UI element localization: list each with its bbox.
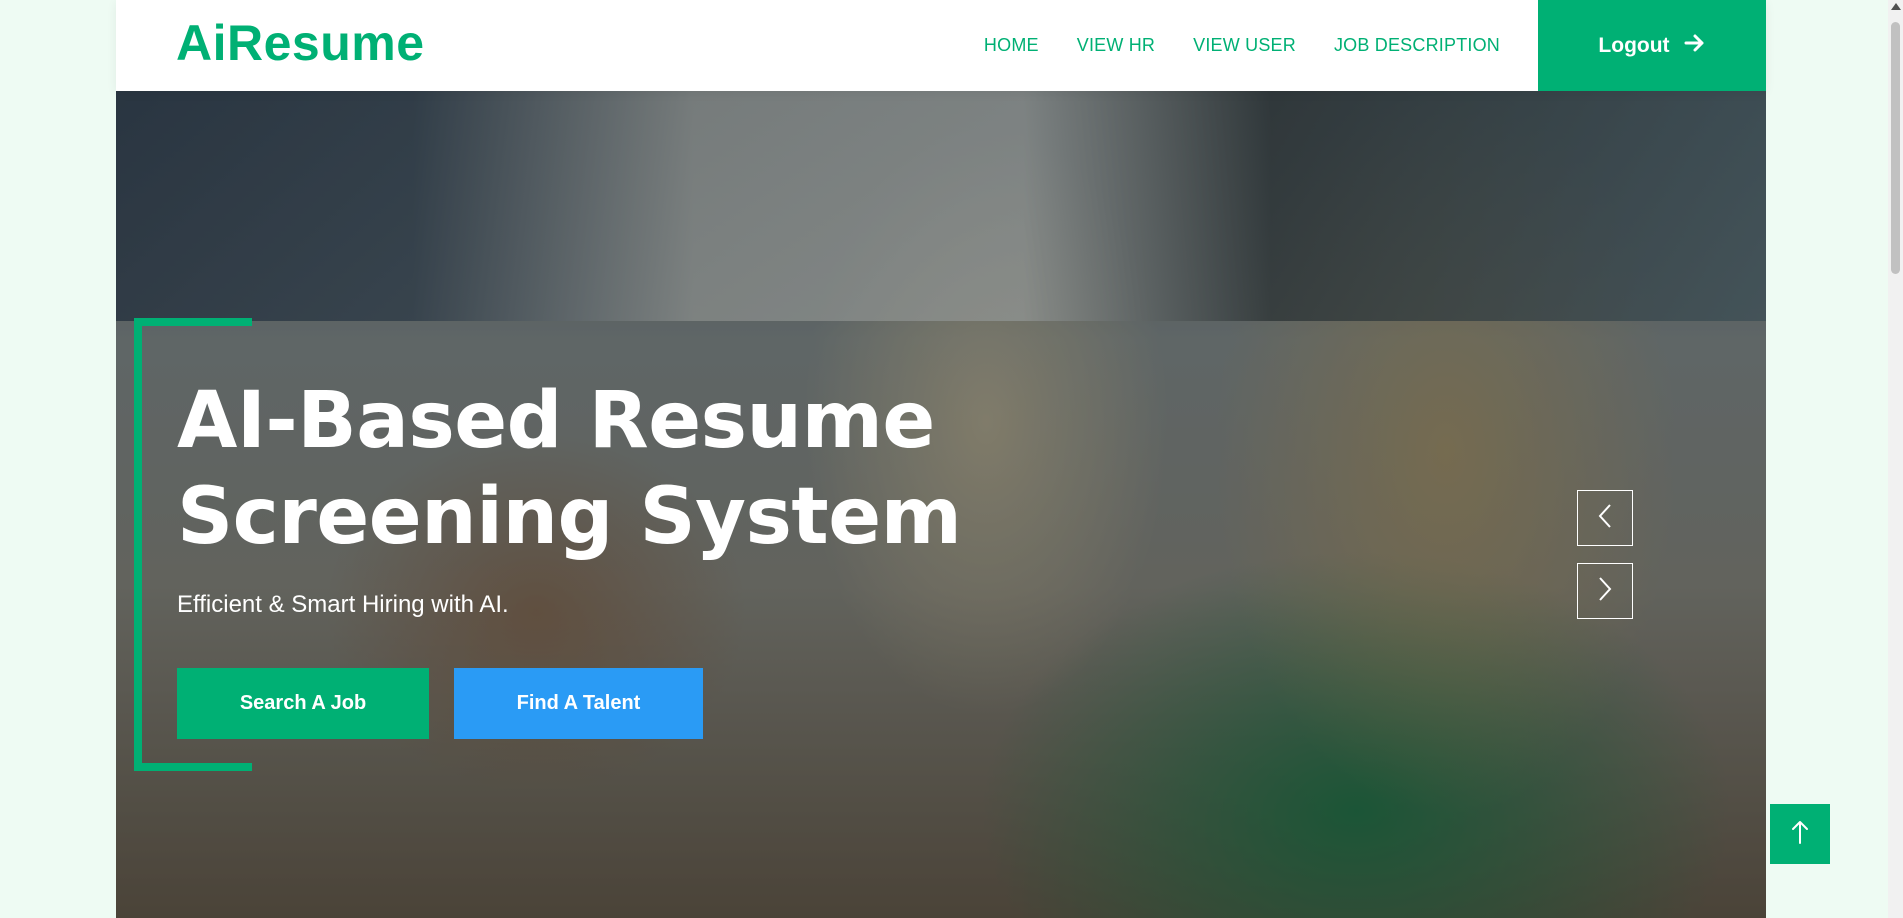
back-to-top-button[interactable] [1770,804,1830,864]
arrow-right-icon [1684,33,1706,59]
navbar: AiResume HOME VIEW HR VIEW USER JOB DESC… [116,0,1766,91]
page-container: AiResume HOME VIEW HR VIEW USER JOB DESC… [116,0,1766,918]
brand-logo[interactable]: AiResume [176,14,425,72]
arrow-up-icon [1790,819,1810,850]
carousel-prev-button[interactable] [1577,490,1633,546]
nav-link-view-user[interactable]: VIEW USER [1193,35,1296,56]
scroll-thumb[interactable] [1891,22,1900,274]
scroll-up-arrow[interactable] [1891,3,1901,10]
logout-button[interactable]: Logout [1538,0,1766,91]
logout-label: Logout [1598,33,1670,57]
nav-link-job-description[interactable]: JOB DESCRIPTION [1334,35,1500,56]
page-scrollbar[interactable] [1888,0,1903,918]
hero-title: AI-Based Resume Screening System [177,376,962,562]
find-talent-button[interactable]: Find A Talent [454,668,703,739]
nav-links: HOME VIEW HR VIEW USER JOB DESCRIPTION [984,0,1500,91]
hero-carousel: AI-Based Resume Screening System Efficie… [116,91,1766,918]
chevron-left-icon [1597,503,1613,534]
nav-link-home[interactable]: HOME [984,35,1039,56]
search-job-button[interactable]: Search A Job [177,668,429,739]
chevron-right-icon [1597,576,1613,607]
carousel-next-button[interactable] [1577,563,1633,619]
nav-link-view-hr[interactable]: VIEW HR [1077,35,1155,56]
hero-subtitle: Efficient & Smart Hiring with AI. [177,591,509,618]
